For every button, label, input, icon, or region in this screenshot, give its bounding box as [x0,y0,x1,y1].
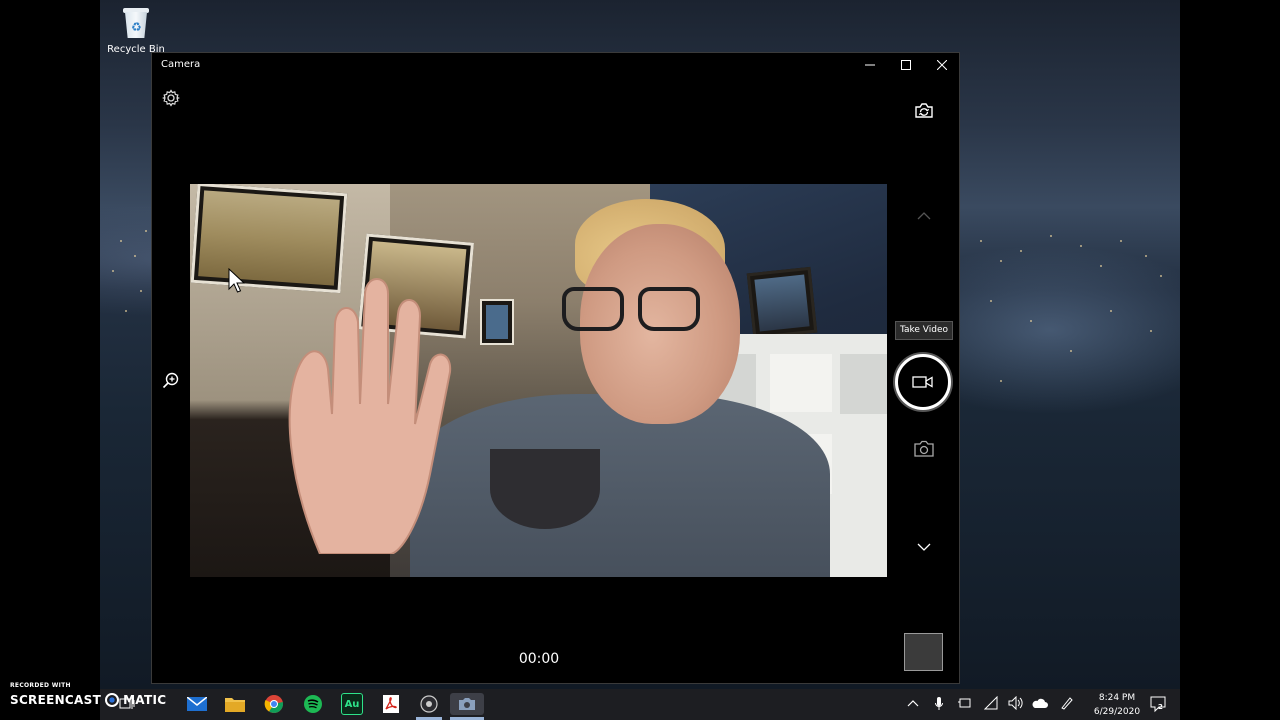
taskbar: Au 8:24 PM 6/29/2020 2 [100,689,1180,720]
gear-icon[interactable] [161,88,181,108]
folder-icon [225,698,245,712]
notification-count: 2 [1158,703,1163,711]
watermark-right: MATIC [123,693,167,707]
maximize-icon [901,60,911,70]
device-icon[interactable] [958,696,972,710]
obs-icon [420,695,438,713]
show-hidden-icons-icon[interactable] [906,698,920,708]
taskbar-chrome[interactable] [263,693,285,715]
volume-icon[interactable] [1008,696,1024,710]
chevron-up-icon[interactable] [912,208,936,224]
last-capture-thumbnail[interactable] [904,633,943,671]
maximize-button[interactable] [888,53,924,77]
mouse-cursor-icon [228,268,246,293]
watermark-line1: RECORDED WITH [10,682,71,689]
spotify-icon [304,695,322,713]
taskbar-obs[interactable] [418,693,440,715]
minimize-button[interactable] [852,53,888,77]
take-video-tooltip: Take Video [895,321,953,340]
title-bar[interactable]: Camera [152,53,959,77]
system-clock[interactable]: 8:24 PM 6/29/2020 [1085,691,1149,719]
network-icon[interactable] [984,696,998,710]
chevron-down-icon[interactable] [912,539,936,555]
zoom-in-icon[interactable] [161,371,181,391]
close-icon [937,60,947,70]
watermark-left: SCREENCAST [10,693,102,707]
screencast-watermark: RECORDED WITH SCREENCAST MATIC [10,682,210,716]
close-button[interactable] [924,53,960,77]
watermark-logo: SCREENCAST MATIC [10,693,166,707]
take-video-button[interactable] [895,354,951,410]
screen: ♻ Recycle Bin Camera Take Video 00:00 Au… [0,0,1280,720]
acrobat-icon [383,695,399,713]
taskbar-audition[interactable]: Au [341,693,363,715]
recycle-bin-shortcut[interactable]: ♻ Recycle Bin [106,4,166,55]
taskbar-spotify[interactable] [302,693,324,715]
camera-window: Camera Take Video 00:00 [151,52,960,684]
action-center-button[interactable]: 2 [1146,693,1170,715]
taskbar-file-explorer[interactable] [224,693,246,715]
window-title: Camera [161,59,201,70]
chrome-icon [264,695,284,714]
photo-camera-icon[interactable] [912,439,936,459]
onedrive-icon[interactable] [1032,696,1048,710]
clock-date: 6/29/2020 [1093,707,1141,717]
clock-time: 8:24 PM [1098,693,1136,703]
recycle-bin-icon: ♻ [121,6,151,40]
camera-app-icon [459,698,475,710]
pen-icon[interactable] [1060,696,1074,710]
camera-preview [190,184,887,577]
screencast-o-icon [105,693,120,707]
recording-timer: 00:00 [518,651,560,667]
taskbar-camera[interactable] [450,693,484,715]
video-camera-icon [912,376,933,388]
switch-camera-icon[interactable] [912,99,936,123]
taskbar-acrobat[interactable] [380,693,402,715]
minimize-icon [865,64,875,66]
microphone-icon[interactable] [934,696,944,712]
